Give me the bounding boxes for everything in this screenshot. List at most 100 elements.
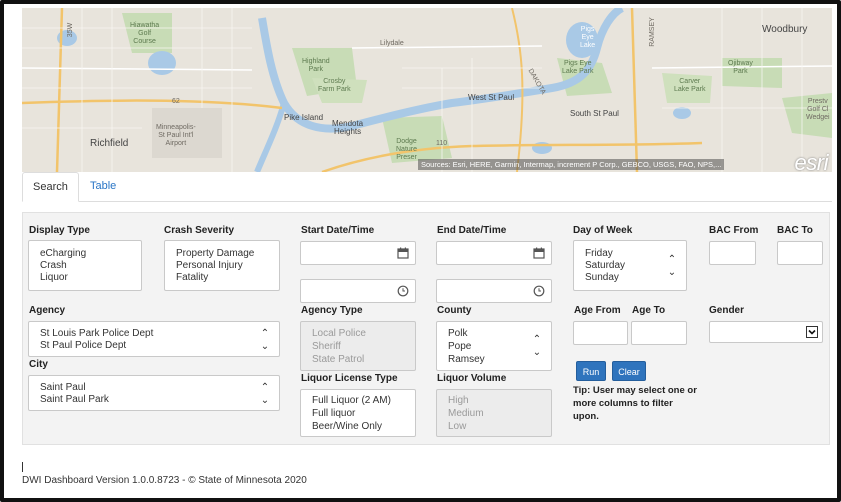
- list-item: State Patrol: [312, 354, 365, 365]
- list-item: High: [448, 395, 469, 406]
- list-item[interactable]: Full liquor: [312, 408, 355, 420]
- crash-severity-label: Crash Severity: [164, 225, 235, 236]
- liquor-license-listbox[interactable]: Full Liquor (2 AM) Full liquor Beer/Wine…: [300, 389, 416, 437]
- list-item[interactable]: Saint Paul Park: [40, 394, 109, 406]
- clear-button[interactable]: Clear: [612, 361, 646, 381]
- bac-to-input[interactable]: [777, 241, 823, 265]
- age-to-label: Age To: [632, 305, 666, 316]
- agency-type-listbox: Local Police Sheriff State Patrol: [300, 321, 416, 371]
- day-of-week-listbox[interactable]: Friday Saturday Sunday ⌃ ⌄: [573, 240, 687, 291]
- crash-severity-listbox[interactable]: Property Damage Personal Injury Fatality: [164, 240, 280, 291]
- list-item[interactable]: St Paul Police Dept: [40, 340, 126, 352]
- tab-search[interactable]: Search: [22, 172, 79, 202]
- list-item[interactable]: eCharging: [40, 248, 86, 260]
- tab-table[interactable]: Table: [80, 172, 126, 202]
- age-to-input[interactable]: [631, 321, 687, 345]
- calendar-icon[interactable]: [533, 247, 545, 259]
- map-label-lilydale: Lilydale: [380, 40, 404, 47]
- search-panel: Display Type eCharging Crash Liquor Cras…: [22, 212, 830, 445]
- list-item[interactable]: Saint Paul: [40, 382, 86, 394]
- list-item[interactable]: Ramsey: [448, 354, 485, 366]
- map-label-woodbury: Woodbury: [762, 24, 808, 35]
- scroll-up-icon[interactable]: ⌃: [531, 335, 543, 345]
- footer-version: DWI Dashboard Version 1.0.0.8723 - © Sta…: [22, 475, 307, 486]
- list-item[interactable]: Liquor: [40, 272, 68, 284]
- map-label-msp-airport: Minneapolis- St Paul Int'l Airport: [156, 124, 196, 147]
- list-item[interactable]: Pope: [448, 341, 471, 353]
- list-item: Sheriff: [312, 341, 341, 352]
- chevron-down-icon[interactable]: [806, 326, 818, 338]
- end-date-field[interactable]: [436, 241, 552, 265]
- scroll-down-icon[interactable]: ⌄: [259, 342, 271, 352]
- esri-logo[interactable]: esri: [795, 150, 829, 172]
- list-item[interactable]: Beer/Wine Only: [312, 421, 382, 433]
- tip-text: Tip: User may select one or more columns…: [573, 385, 697, 422]
- list-item[interactable]: Fatality: [176, 272, 208, 284]
- clock-icon[interactable]: [397, 285, 409, 297]
- list-item[interactable]: Saturday: [585, 260, 625, 272]
- list-item[interactable]: Full Liquor (2 AM): [312, 395, 391, 407]
- liquor-volume-listbox: High Medium Low: [436, 389, 552, 437]
- day-of-week-label: Day of Week: [573, 225, 633, 236]
- scroll-down-icon[interactable]: ⌄: [666, 268, 678, 278]
- map-label-pigs-eye-park: Pigs Eye Lake Park: [562, 60, 594, 75]
- liquor-volume-label: Liquor Volume: [437, 373, 507, 384]
- county-listbox[interactable]: Polk Pope Ramsey ⌃ ⌄: [436, 321, 552, 371]
- list-item[interactable]: Personal Injury: [176, 260, 243, 272]
- gender-select[interactable]: [709, 321, 823, 343]
- map-label-prestwick: Prestv Golf Cl Wedgei: [806, 98, 830, 121]
- end-time-field[interactable]: [436, 279, 552, 303]
- start-datetime-label: Start Date/Time: [301, 225, 375, 236]
- list-item: Medium: [448, 408, 484, 419]
- list-item[interactable]: Property Damage: [176, 248, 254, 260]
- scroll-up-icon[interactable]: ⌃: [666, 255, 678, 265]
- map-label-ramsey: RAMSEY: [648, 17, 656, 47]
- age-from-input[interactable]: [573, 321, 628, 345]
- agency-listbox[interactable]: St Louis Park Police Dept St Paul Police…: [28, 321, 280, 357]
- age-from-label: Age From: [574, 305, 621, 316]
- map-label-south-st-paul: South St Paul: [570, 109, 619, 118]
- map-label-dodge: Dodge Nature Preser: [396, 138, 418, 161]
- map-label-carver: Carver Lake Park: [674, 78, 706, 93]
- list-item[interactable]: Friday: [585, 248, 613, 260]
- display-type-label: Display Type: [29, 225, 90, 236]
- bac-from-label: BAC From: [709, 225, 759, 236]
- map-label-hwy35w: 35W: [67, 22, 75, 38]
- clock-icon[interactable]: [533, 285, 545, 297]
- agency-type-label: Agency Type: [301, 305, 363, 316]
- map-label-crosby: Crosby Farm Park: [318, 78, 351, 93]
- list-item: Local Police: [312, 328, 366, 339]
- text-caret: [22, 462, 23, 472]
- liquor-license-label: Liquor License Type: [301, 373, 398, 384]
- map-label-pike-island: Pike Island: [284, 113, 324, 122]
- county-label: County: [437, 305, 472, 316]
- list-item[interactable]: Crash: [40, 260, 67, 272]
- agency-label: Agency: [29, 305, 66, 316]
- calendar-icon[interactable]: [397, 247, 409, 259]
- map-label-hwy62: 62: [172, 98, 180, 105]
- map-label-richfield: Richfield: [90, 138, 129, 149]
- scroll-down-icon[interactable]: ⌄: [531, 348, 543, 358]
- list-item[interactable]: Polk: [448, 328, 467, 340]
- start-date-field[interactable]: [300, 241, 416, 265]
- bac-from-input[interactable]: [709, 241, 756, 265]
- city-listbox[interactable]: Saint Paul Saint Paul Park ⌃ ⌄: [28, 375, 280, 411]
- tab-bar: Search Table: [22, 172, 832, 202]
- map-label-hwy110: 110: [436, 140, 448, 147]
- city-label: City: [29, 359, 48, 370]
- list-item[interactable]: St Louis Park Police Dept: [40, 328, 153, 340]
- start-time-field[interactable]: [300, 279, 416, 303]
- list-item: Low: [448, 421, 467, 432]
- list-item[interactable]: Sunday: [585, 272, 619, 284]
- run-button[interactable]: Run: [576, 361, 606, 381]
- scroll-down-icon[interactable]: ⌄: [259, 396, 271, 406]
- display-type-listbox[interactable]: eCharging Crash Liquor: [28, 240, 142, 291]
- map-attribution[interactable]: Sources: Esri, HERE, Garmin, Intermap, i…: [418, 159, 725, 170]
- map-label-west-st-paul: West St Paul: [468, 93, 515, 102]
- map-label-ojibway: Ojibway Park: [728, 60, 753, 75]
- end-datetime-label: End Date/Time: [437, 225, 507, 236]
- map-label-mendota: Mendota Heights: [332, 119, 364, 136]
- scroll-up-icon[interactable]: ⌃: [259, 329, 271, 339]
- scroll-up-icon[interactable]: ⌃: [259, 383, 271, 393]
- map-view[interactable]: Hiawatha Golf Course 35W Highland Park Cros…: [22, 8, 832, 172]
